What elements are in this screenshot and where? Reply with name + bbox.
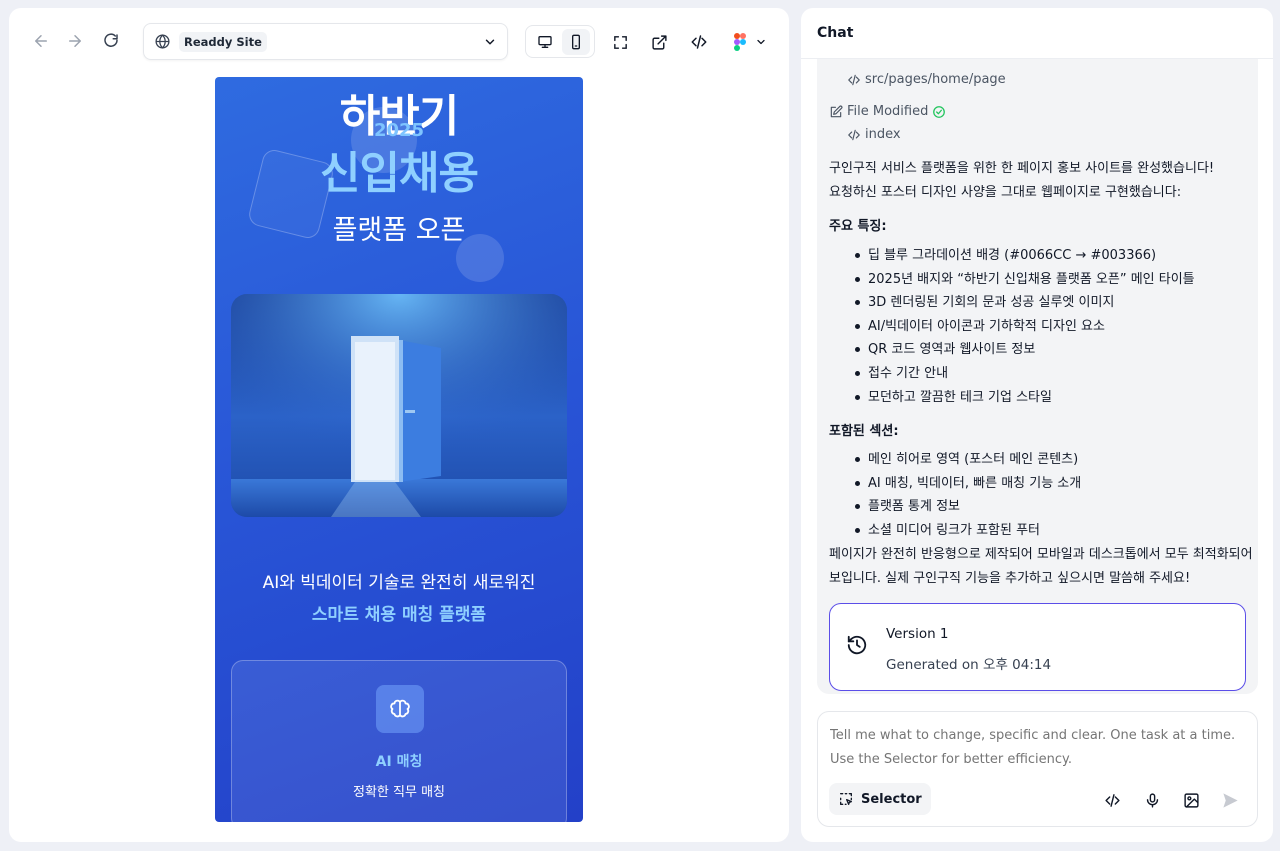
chat-input-box: Selector (817, 711, 1258, 827)
list-item: 모던하고 깔끔한 테크 기업 스타일 (855, 386, 1195, 410)
list-item: QR 코드 영역과 웹사이트 정보 (855, 338, 1195, 362)
chat-input[interactable] (830, 724, 1245, 774)
features-heading: 주요 특징: (829, 219, 887, 234)
file-modified-label: File Modified (847, 104, 929, 119)
file-path: src/pages/home/page (865, 72, 1006, 87)
selector-label: Selector (861, 791, 922, 807)
open-external-button[interactable] (647, 30, 671, 54)
message-line: 요청하신 포스터 디자인 사양을 그대로 웹페이지로 구현했습니다: (829, 184, 1182, 200)
code-view-button[interactable] (687, 30, 711, 54)
send-icon (1222, 792, 1238, 808)
desktop-icon (537, 35, 552, 48)
feature-description: 정확한 직무 매칭 (353, 785, 445, 800)
external-link-icon (651, 34, 667, 50)
address-bar[interactable]: Readdy Site (143, 23, 508, 60)
device-toggle (525, 25, 595, 58)
message-line: 페이지가 완전히 반응형으로 제작되어 모바일과 데스크톱에서 모두 최적화되어 (829, 547, 1253, 562)
list-item: 딥 블루 그라데이션 배경 (#0066CC → #003366) (855, 244, 1195, 268)
fullscreen-button[interactable] (608, 30, 632, 54)
feature-title: AI 매칭 (375, 754, 423, 770)
file-name: index (865, 127, 901, 142)
desktop-view-button[interactable] (531, 29, 559, 55)
code-icon (848, 129, 860, 140)
assistant-message: src/pages/home/page File Modified index … (817, 59, 1258, 694)
selector-icon (840, 793, 852, 805)
chat-panel: Chat src/pages/home/page File Modified i… (801, 8, 1273, 842)
mobile-icon (571, 34, 580, 49)
door-hero-image (231, 294, 567, 517)
code-icon (848, 74, 860, 85)
list-item: 2025년 배지와 “하반기 신입채용 플랫폼 오픈” 메인 타이틀 (855, 268, 1195, 292)
arrow-right-icon (69, 35, 81, 47)
version-timestamp: Generated on 오후 04:14 (886, 657, 1052, 673)
message-line: 구인구직 서비스 플랫폼을 위한 한 페이지 홍보 사이트를 완성했습니다! (829, 161, 1215, 176)
chat-header: Chat (801, 8, 1273, 59)
globe-icon (155, 34, 170, 49)
list-item: 메인 히어로 영역 (포스터 메인 콘텐츠) (854, 448, 1081, 472)
refresh-button[interactable] (99, 29, 123, 53)
feature-card-ai-matching: AI 매칭 정확한 직무 매칭 (231, 660, 567, 822)
preview-panel: Readdy Site 하반기 2025 신입채용 플랫폼 오픈 AI와 빅데이… (9, 8, 789, 842)
list-item: 3D 렌더링된 기회의 문과 성공 실루엣 이미지 (855, 291, 1195, 315)
brain-icon (376, 685, 424, 733)
microphone-button[interactable] (1141, 789, 1163, 811)
chevron-down-icon (757, 39, 765, 45)
image-icon (1183, 792, 1199, 808)
version-title: Version 1 (886, 626, 949, 642)
tagline-highlight: 스마트 채용 매칭 플랫폼 (311, 605, 487, 625)
file-link-index[interactable]: index (847, 127, 901, 142)
image-upload-button[interactable] (1180, 789, 1202, 811)
list-item: AI 매칭, 빅데이터, 빠른 매칭 기능 소개 (854, 472, 1081, 496)
tagline: AI와 빅데이터 기술로 완전히 새로워진 (262, 573, 536, 593)
refresh-icon (104, 33, 118, 47)
site-label: Readdy Site (179, 31, 267, 52)
site-dropdown[interactable] (483, 35, 497, 49)
arrow-left-icon (35, 35, 47, 47)
forward-button[interactable] (63, 29, 87, 53)
fullscreen-icon (613, 35, 627, 49)
list-item: 접수 기간 안내 (855, 362, 1195, 386)
version-card[interactable]: Version 1 Generated on 오후 04:14 (829, 603, 1246, 691)
microphone-icon (1146, 792, 1158, 808)
list-item: AI/빅데이터 아이콘과 기하학적 디자인 요소 (855, 315, 1195, 339)
figma-menu-button[interactable] (728, 30, 772, 54)
mobile-preview[interactable]: 하반기 2025 신입채용 플랫폼 오픈 AI와 빅데이터 기술로 완전히 새로… (215, 77, 583, 822)
message-intro: 구인구직 서비스 플랫폼을 위한 한 페이지 홍보 사이트를 완성했습니다! 요… (829, 157, 1254, 204)
hero-title-line2: 신입채용 (320, 148, 479, 199)
list-item: 소셜 미디어 링크가 포함된 푸터 (854, 519, 1081, 543)
message-closing: 페이지가 완전히 반응형으로 제작되어 모바일과 데스크톱에서 모두 최적화되어… (829, 543, 1254, 590)
message-line: 보입니다. 실제 구인구직 기능을 추가하고 싶으시면 말씀해 주세요! (829, 570, 1191, 586)
code-icon (691, 35, 707, 49)
list-item: 플랫폼 통계 정보 (854, 495, 1081, 519)
hero-subtitle: 플랫폼 오픈 (332, 215, 466, 246)
chevron-down-icon (485, 39, 495, 44)
send-button[interactable] (1219, 789, 1241, 811)
mobile-view-button[interactable] (561, 28, 590, 55)
edit-icon (830, 105, 843, 117)
check-circle-icon (933, 105, 946, 118)
code-icon (1104, 793, 1120, 807)
back-button[interactable] (29, 29, 53, 53)
sections-list: 메인 히어로 영역 (포스터 메인 콘텐츠) AI 매칭, 빅데이터, 빠른 매… (854, 448, 1081, 543)
code-button[interactable] (1101, 789, 1123, 811)
selector-button[interactable]: Selector (829, 783, 931, 815)
file-modified-status: File Modified (829, 104, 950, 119)
file-link-page[interactable]: src/pages/home/page (847, 72, 1006, 87)
history-icon (847, 635, 867, 655)
features-list: 딥 블루 그라데이션 배경 (#0066CC → #003366) 2025년 … (855, 244, 1195, 410)
sections-heading: 포함된 섹션: (829, 424, 899, 439)
figma-icon (734, 33, 746, 51)
